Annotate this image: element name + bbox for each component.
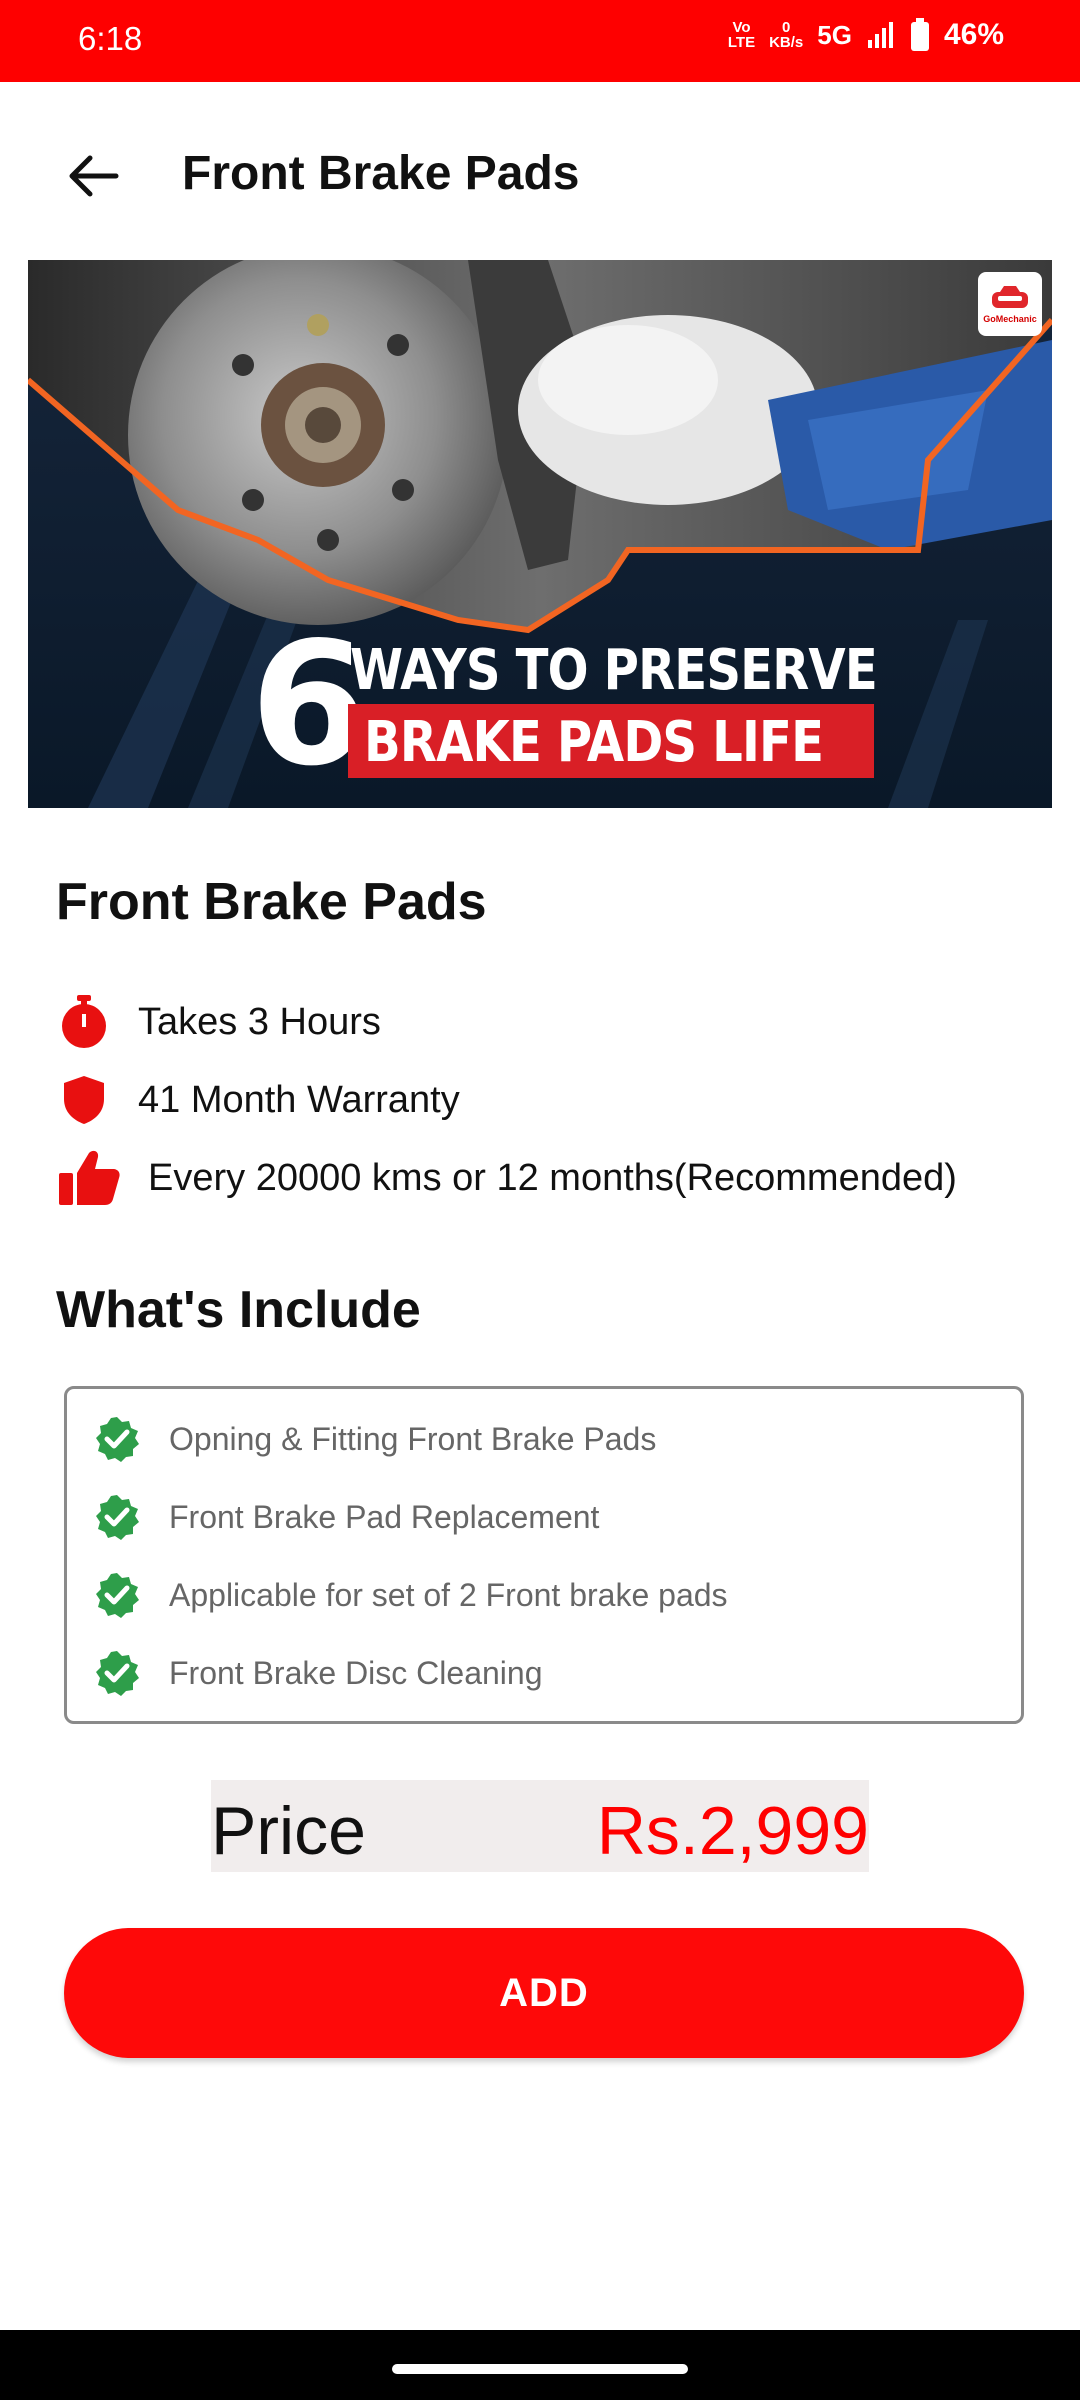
price-row: Price Rs.2,999	[211, 1780, 869, 1872]
include-item-text: Opning & Fitting Front Brake Pads	[169, 1420, 657, 1457]
home-gesture-handle[interactable]	[392, 2364, 688, 2374]
logo-text: GoMechanic	[983, 314, 1037, 324]
include-item-text: Front Brake Disc Cleaning	[169, 1654, 543, 1691]
check-badge-icon	[96, 1417, 139, 1462]
gomechanic-logo: GoMechanic	[978, 272, 1042, 336]
list-item: Front Brake Pad Replacement	[93, 1493, 599, 1541]
page-title: Front Brake Pads	[182, 147, 580, 200]
list-item: Opning & Fitting Front Brake Pads	[93, 1415, 656, 1463]
data-speed-indicator: 0 KB/s	[769, 20, 803, 50]
info-row-duration: Takes 3 Hours	[56, 994, 381, 1050]
list-item: Applicable for set of 2 Front brake pads	[93, 1571, 728, 1619]
car-logo-icon	[992, 286, 1028, 308]
banner-headline-line1: WAYS TO PRESERVE	[350, 638, 878, 703]
include-item-text: Front Brake Pad Replacement	[169, 1498, 600, 1535]
signal-icon	[867, 22, 893, 48]
include-item-text: Applicable for set of 2 Front brake pads	[169, 1576, 728, 1613]
price-value: Rs.2,999	[596, 1793, 869, 1869]
volte-indicator: Vo LTE	[728, 20, 755, 50]
check-badge-icon	[96, 1495, 139, 1540]
battery-icon	[910, 18, 929, 51]
service-banner-image: GoMechanic 6 WAYS TO PRESERVE BRAKE PADS…	[28, 260, 1052, 808]
warranty-text: 41 Month Warranty	[138, 1078, 460, 1121]
volte-bottom: LTE	[727, 34, 756, 51]
thumbs-up-icon	[56, 1150, 122, 1206]
shield-icon	[56, 1072, 112, 1128]
status-bar: 6:18 Vo LTE 0 KB/s 5G 46%	[0, 0, 1080, 82]
battery-level: 46%	[943, 18, 1004, 51]
arrow-left-icon	[69, 155, 119, 197]
status-time: 6:18	[78, 20, 143, 57]
banner-headline-line2: BRAKE PADS LIFE	[364, 710, 824, 775]
includes-title: What's Include	[56, 1281, 421, 1339]
price-label: Price	[211, 1793, 366, 1869]
duration-text: Takes 3 Hours	[138, 1000, 381, 1043]
app-bar: Front Brake Pads	[0, 82, 1080, 262]
add-button[interactable]: ADD	[64, 1928, 1024, 2058]
back-button[interactable]	[54, 136, 134, 216]
network-type: 5G	[817, 19, 852, 50]
stopwatch-icon	[56, 994, 112, 1050]
data-speed-value: 0	[782, 19, 791, 36]
status-indicators: Vo LTE 0 KB/s 5G 46%	[728, 18, 1004, 52]
info-row-recommendation: Every 20000 kms or 12 months(Recommended…	[56, 1150, 957, 1206]
list-item: Front Brake Disc Cleaning	[93, 1649, 542, 1697]
check-badge-icon	[96, 1573, 139, 1618]
volte-top: Vo	[732, 19, 751, 36]
check-badge-icon	[96, 1651, 139, 1696]
recommendation-text: Every 20000 kms or 12 months(Recommended…	[148, 1156, 957, 1199]
includes-list: Opning & Fitting Front Brake Pads Front …	[64, 1386, 1024, 1724]
info-row-warranty: 41 Month Warranty	[56, 1072, 460, 1128]
data-speed-unit: KB/s	[769, 34, 804, 51]
service-title: Front Brake Pads	[56, 873, 487, 931]
